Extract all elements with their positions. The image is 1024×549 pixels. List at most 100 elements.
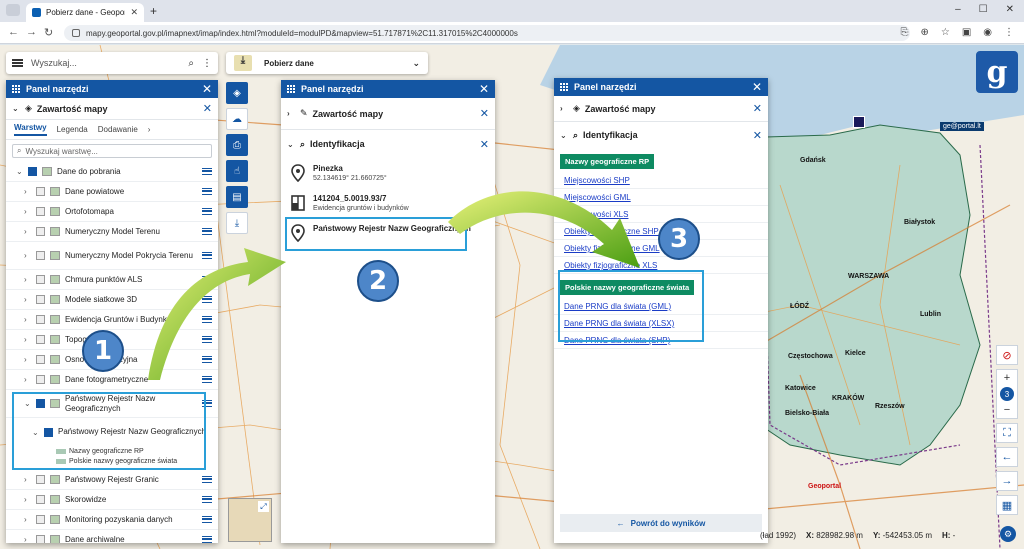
close-icon[interactable]: ✕: [203, 102, 212, 115]
back-to-results-button[interactable]: ← Powrót do wyników: [560, 514, 762, 532]
layer-row[interactable]: › Państwowy Rejestr Granic: [6, 470, 218, 490]
cloud-tool-icon[interactable]: ☁: [226, 108, 248, 130]
zoom-in-icon[interactable]: +: [997, 370, 1017, 386]
expand-icon[interactable]: ⤢: [258, 501, 269, 512]
section-map-content[interactable]: ⌄ ◈ Zawartość mapy ✕: [6, 98, 218, 120]
layer-menu-icon[interactable]: [202, 356, 212, 363]
lithuania-flag-icon[interactable]: [853, 116, 865, 128]
new-tab-icon[interactable]: +: [150, 4, 157, 18]
reload-icon[interactable]: ↻: [44, 26, 53, 39]
identify-tool-icon[interactable]: ☝: [226, 160, 248, 182]
layer-menu-icon[interactable]: [202, 228, 212, 235]
chevron-right-icon[interactable]: ›: [24, 227, 31, 236]
layer-menu-icon[interactable]: [202, 316, 212, 323]
layer-checkbox[interactable]: [36, 335, 45, 344]
print-tool-icon[interactable]: ⎙: [226, 134, 248, 156]
more-icon[interactable]: ⋮: [202, 58, 212, 69]
chevron-right-icon[interactable]: ›: [24, 475, 31, 484]
geoportal-logo[interactable]: g: [976, 51, 1018, 93]
settings-gear-icon[interactable]: ⚙: [1000, 526, 1016, 542]
search-icon[interactable]: ⌕: [188, 58, 194, 69]
chevron-right-icon[interactable]: ›: [24, 275, 31, 284]
layer-checkbox[interactable]: [36, 475, 45, 484]
identify-result-pin[interactable]: Pinezka 52.134619° 21.660725°: [281, 158, 495, 188]
chevron-right-icon[interactable]: ›: [148, 125, 151, 134]
layers-tool-icon[interactable]: ◈: [226, 82, 248, 104]
browser-tab[interactable]: Pobierz dane - Geoportal - GUGIK ✕: [26, 3, 144, 22]
chevron-right-icon[interactable]: ›: [24, 515, 31, 524]
tab-layers[interactable]: Warstwy: [14, 123, 47, 136]
chevron-right-icon[interactable]: ›: [24, 251, 31, 260]
chevron-right-icon[interactable]: ›: [24, 535, 31, 543]
layer-checkbox[interactable]: [36, 295, 45, 304]
chevron-right-icon[interactable]: ›: [24, 375, 31, 384]
chevron-right-icon[interactable]: ›: [24, 295, 31, 304]
layer-checkbox[interactable]: [36, 315, 45, 324]
chevron-down-icon[interactable]: ⌄: [16, 167, 23, 176]
download-tool-icon[interactable]: ⤓: [226, 212, 248, 234]
layer-row[interactable]: › Monitoring pozyskania danych: [6, 510, 218, 530]
layer-menu-icon[interactable]: [202, 208, 212, 215]
tab-list-icon[interactable]: [6, 4, 20, 16]
layer-row[interactable]: › Ewidencja Gruntów i Budynków: [6, 310, 218, 330]
close-icon[interactable]: ✕: [753, 129, 762, 142]
chevron-right-icon[interactable]: ›: [24, 355, 31, 364]
download-link[interactable]: Miejscowości SHP: [554, 172, 768, 189]
section-map-content[interactable]: › ✎ Zawartość mapy ✕: [281, 98, 495, 130]
section-identify[interactable]: ⌄ ⌕ Identyfikacja ✕: [554, 122, 768, 148]
layer-checkbox[interactable]: [36, 515, 45, 524]
layer-checkbox[interactable]: [36, 207, 45, 216]
layer-checkbox[interactable]: [36, 227, 45, 236]
zoom-icon[interactable]: ⊕: [920, 27, 928, 38]
bookmark-icon[interactable]: ☆: [941, 27, 950, 38]
layer-menu-icon[interactable]: [202, 376, 212, 383]
layer-row[interactable]: › Chmura punktów ALS: [6, 270, 218, 290]
close-icon[interactable]: ✕: [480, 107, 489, 120]
layer-search-input[interactable]: ⌕ Wyszukaj warstwę...: [12, 144, 212, 158]
layer-checkbox[interactable]: [36, 355, 45, 364]
close-icon[interactable]: ✕: [479, 82, 489, 96]
layer-checkbox[interactable]: [36, 535, 45, 543]
no-location-icon[interactable]: ⊘: [996, 345, 1018, 365]
chevron-right-icon[interactable]: ›: [24, 207, 31, 216]
zoom-out-icon[interactable]: −: [997, 402, 1017, 418]
clipboard-tool-icon[interactable]: ▤: [226, 186, 248, 208]
layer-checkbox[interactable]: [36, 495, 45, 504]
section-identify[interactable]: ⌄ ⌕ Identyfikacja ✕: [281, 130, 495, 158]
close-icon[interactable]: ✕: [753, 102, 762, 115]
layer-row[interactable]: › Dane archiwalne: [6, 530, 218, 543]
layer-checkbox[interactable]: [36, 375, 45, 384]
search-input[interactable]: Wyszukaj...: [31, 58, 180, 68]
profile-icon[interactable]: ◉: [983, 27, 992, 38]
url-field[interactable]: mapy.geoportal.gov.pl/imapnext/imap/inde…: [64, 25, 910, 41]
layer-row[interactable]: › Numeryczny Model Pokrycia Terenu: [6, 242, 218, 270]
chevron-right-icon[interactable]: ›: [24, 335, 31, 344]
site-info-icon[interactable]: [72, 29, 80, 37]
layer-checkbox[interactable]: [36, 187, 45, 196]
overview-map[interactable]: ⤢: [228, 498, 272, 542]
download-link[interactable]: Miejscowości XLS: [554, 206, 768, 223]
close-window-icon[interactable]: ✕: [1006, 4, 1014, 15]
section-map-content[interactable]: › ◈ Zawartość mapy ✕: [554, 96, 768, 122]
tab-add[interactable]: Dodawanie: [98, 125, 138, 134]
close-icon[interactable]: ✕: [202, 82, 212, 96]
close-icon[interactable]: ✕: [480, 138, 489, 151]
history-forward-icon[interactable]: →: [996, 471, 1018, 491]
layer-checkbox[interactable]: [28, 167, 37, 176]
layer-row[interactable]: › Dane powiatowe: [6, 182, 218, 202]
layer-menu-icon[interactable]: [202, 336, 212, 343]
layer-menu-icon[interactable]: [202, 536, 212, 543]
chevron-right-icon[interactable]: ›: [24, 495, 31, 504]
layer-row[interactable]: › Ortofotomapa: [6, 202, 218, 222]
layer-row[interactable]: › Dane fotogrametryczne: [6, 370, 218, 390]
menu-icon[interactable]: ⋮: [1004, 27, 1014, 38]
tab-legend[interactable]: Legenda: [57, 125, 88, 134]
geoportal-lt-link[interactable]: ge@portal.lt: [940, 122, 984, 131]
layer-menu-icon[interactable]: [202, 296, 212, 303]
forward-icon[interactable]: →: [26, 26, 37, 38]
layer-menu-icon[interactable]: [202, 168, 212, 175]
basemap-icon[interactable]: ▦: [996, 495, 1018, 515]
chevron-right-icon[interactable]: ›: [24, 187, 31, 196]
download-link[interactable]: Miejscowości GML: [554, 189, 768, 206]
fullscreen-icon[interactable]: ⛶: [996, 423, 1018, 443]
